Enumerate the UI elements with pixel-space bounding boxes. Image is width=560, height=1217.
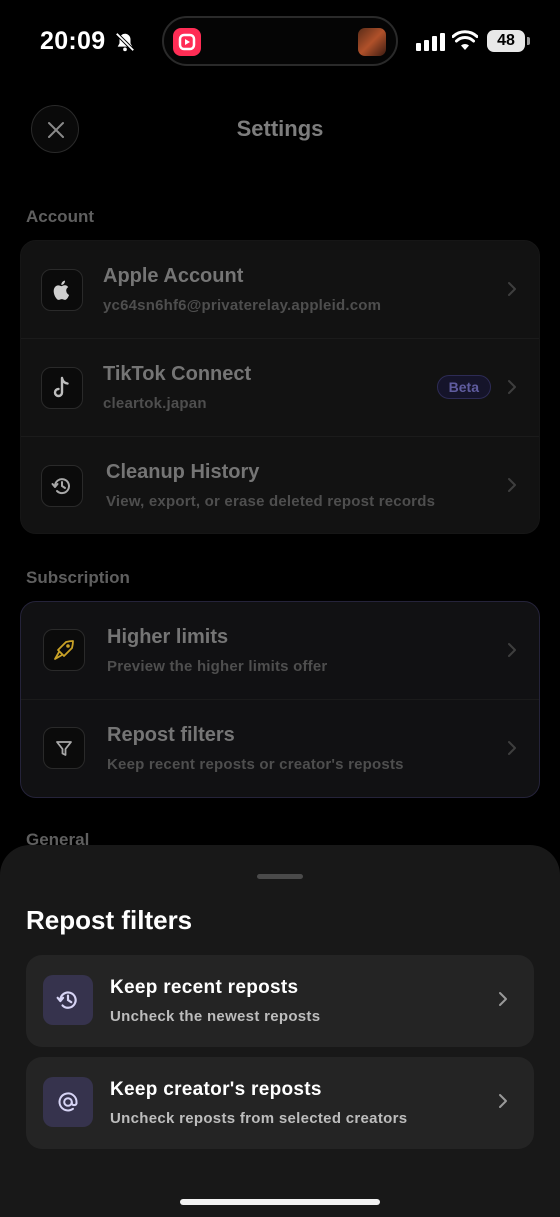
option-title: Keep creator's reposts (110, 1079, 322, 1100)
option-title: Keep recent reposts (110, 977, 299, 998)
chevron-right-icon (508, 741, 516, 755)
row-subtitle: yc64sn6hf6@privaterelay.appleid.com (103, 297, 382, 314)
history-icon (41, 465, 83, 507)
chevron-right-icon (508, 478, 516, 492)
settings-row-apple-account[interactable]: Apple Account yc64sn6hf6@privaterelay.ap… (21, 241, 539, 339)
chevron-right-icon (508, 643, 516, 657)
row-title: Repost filters (107, 724, 235, 746)
tiktok-icon (41, 367, 83, 409)
rocket-icon (43, 629, 85, 671)
page-title: Settings (236, 116, 324, 141)
option-subtitle: Uncheck reposts from selected creators (110, 1110, 408, 1127)
row-subtitle: Preview the higher limits offer (107, 658, 328, 675)
chevron-right-icon (499, 992, 507, 1006)
row-title: Apple Account (103, 265, 244, 287)
row-subtitle: Keep recent reposts or creator's reposts (107, 756, 404, 773)
row-title: Higher limits (107, 626, 229, 648)
history-icon (43, 975, 93, 1025)
sheet-grabber[interactable] (257, 874, 303, 879)
sheet-title: Repost filters (26, 905, 193, 935)
account-card: Apple Account yc64sn6hf6@privaterelay.ap… (20, 240, 540, 534)
at-icon (43, 1077, 93, 1127)
section-label-subscription: Subscription (26, 568, 130, 587)
row-subtitle: cleartok.japan (103, 395, 207, 412)
beta-badge: Beta (436, 375, 491, 399)
repost-filters-sheet: Repost filters Keep recent reposts Unche… (0, 845, 560, 1217)
settings-row-tiktok-connect[interactable]: TikTok Connect cleartok.japan Beta (21, 339, 539, 437)
settings-row-repost-filters[interactable]: Repost filters Keep recent reposts or cr… (21, 700, 539, 797)
row-subtitle: View, export, or erase deleted repost re… (106, 493, 436, 510)
row-title: TikTok Connect (103, 363, 252, 385)
settings-row-cleanup-history[interactable]: Cleanup History View, export, or erase d… (21, 437, 539, 533)
filter-icon (43, 727, 85, 769)
home-indicator[interactable] (180, 1199, 380, 1205)
option-subtitle: Uncheck the newest reposts (110, 1008, 321, 1025)
chevron-right-icon (508, 282, 516, 296)
option-keep-recent-reposts[interactable]: Keep recent reposts Uncheck the newest r… (26, 955, 534, 1047)
apple-icon (41, 269, 83, 311)
subscription-card: Higher limits Preview the higher limits … (20, 601, 540, 798)
row-title: Cleanup History (106, 461, 260, 483)
chevron-right-icon (499, 1094, 507, 1108)
option-keep-creator-reposts[interactable]: Keep creator's reposts Uncheck reposts f… (26, 1057, 534, 1149)
settings-row-higher-limits[interactable]: Higher limits Preview the higher limits … (21, 602, 539, 700)
section-label-account: Account (26, 207, 94, 226)
chevron-right-icon (508, 380, 516, 394)
